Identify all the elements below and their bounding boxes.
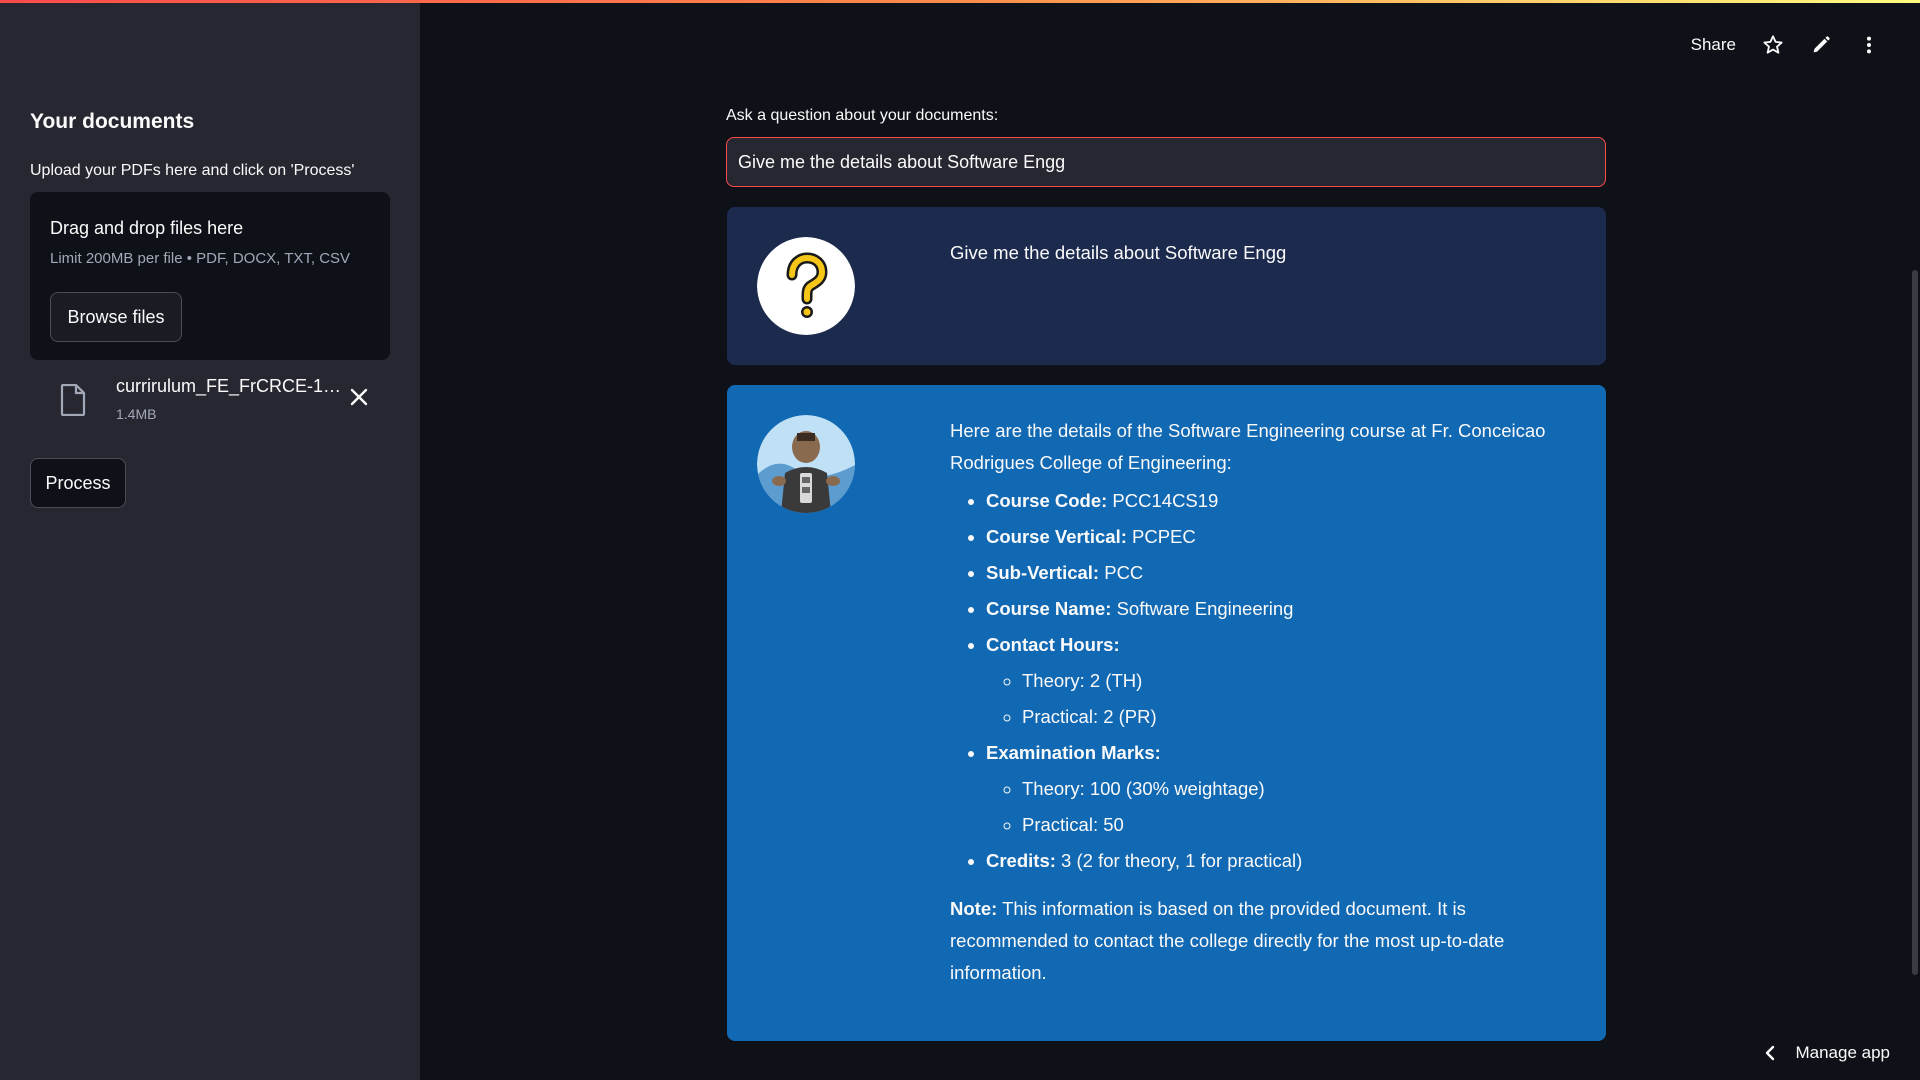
- sidebar-subtitle: Upload your PDFs here and click on 'Proc…: [30, 162, 355, 179]
- list-item: Credits: 3 (2 for theory, 1 for practica…: [986, 843, 1556, 879]
- assistant-message-body: Here are the details of the Software Eng…: [950, 415, 1556, 989]
- manage-app-button[interactable]: Manage app: [1763, 1038, 1890, 1068]
- top-decoration-bar: [0, 0, 1920, 3]
- sidebar: Your documents Upload your PDFs here and…: [0, 0, 420, 1080]
- user-message: Give me the details about Software Engg: [727, 207, 1606, 365]
- assistant-avatar: [757, 415, 855, 513]
- course-details-list: Course Code: PCC14CS19 Course Vertical: …: [950, 483, 1556, 879]
- list-item: Sub-Vertical: PCC: [986, 555, 1556, 591]
- uploaded-file-item: currirulum_FE_FrCRCE-1… 1.4MB: [30, 372, 390, 432]
- header-toolbar: Share: [1691, 28, 1880, 62]
- file-size: 1.4MB: [116, 406, 157, 422]
- user-message-text: Give me the details about Software Engg: [950, 242, 1287, 263]
- close-icon[interactable]: [348, 386, 370, 408]
- uploader-limit: Limit 200MB per file • PDF, DOCX, TXT, C…: [50, 250, 351, 267]
- question-avatar: [757, 237, 855, 335]
- share-button[interactable]: Share: [1691, 35, 1736, 55]
- pencil-icon[interactable]: [1810, 34, 1832, 56]
- robot-avatar-icon: [757, 415, 855, 513]
- kebab-menu-icon[interactable]: [1858, 34, 1880, 56]
- assistant-note: Note: This information is based on the p…: [950, 898, 1505, 983]
- list-item: Practical: 50: [1022, 807, 1556, 843]
- assistant-message: Here are the details of the Software Eng…: [727, 385, 1606, 1041]
- list-item: Course Name: Software Engineering: [986, 591, 1556, 627]
- sub-list: Theory: 2 (TH) Practical: 2 (PR): [986, 663, 1556, 735]
- list-item: Practical: 2 (PR): [1022, 699, 1556, 735]
- file-name: currirulum_FE_FrCRCE-1…: [116, 376, 342, 396]
- list-item: Contact Hours: Theory: 2 (TH) Practical:…: [986, 627, 1556, 735]
- list-item: Course Vertical: PCPEC: [986, 519, 1556, 555]
- list-item: Theory: 100 (30% weightage): [1022, 771, 1556, 807]
- main-scrollbar[interactable]: [1912, 270, 1918, 975]
- question-label: Ask a question about your documents:: [726, 107, 999, 124]
- sub-list: Theory: 100 (30% weightage) Practical: 5…: [986, 771, 1556, 843]
- sidebar-title: Your documents: [30, 110, 195, 133]
- chevron-left-icon: [1766, 1045, 1775, 1061]
- star-icon[interactable]: [1762, 34, 1784, 56]
- browse-files-button[interactable]: Browse files: [50, 292, 182, 342]
- process-button[interactable]: Process: [30, 458, 126, 508]
- question-input[interactable]: [726, 137, 1606, 187]
- manage-app-label: Manage app: [1795, 1043, 1890, 1062]
- assistant-intro: Here are the details of the Software Eng…: [950, 420, 1546, 473]
- list-item: Examination Marks: Theory: 100 (30% weig…: [986, 735, 1556, 843]
- file-icon: [60, 384, 86, 416]
- file-uploader-dropzone[interactable]: Drag and drop files here Limit 200MB per…: [30, 192, 390, 360]
- question-mark-icon: [757, 237, 855, 335]
- uploader-title: Drag and drop files here: [50, 218, 244, 238]
- list-item: Theory: 2 (TH): [1022, 663, 1556, 699]
- list-item: Course Code: PCC14CS19: [986, 483, 1556, 519]
